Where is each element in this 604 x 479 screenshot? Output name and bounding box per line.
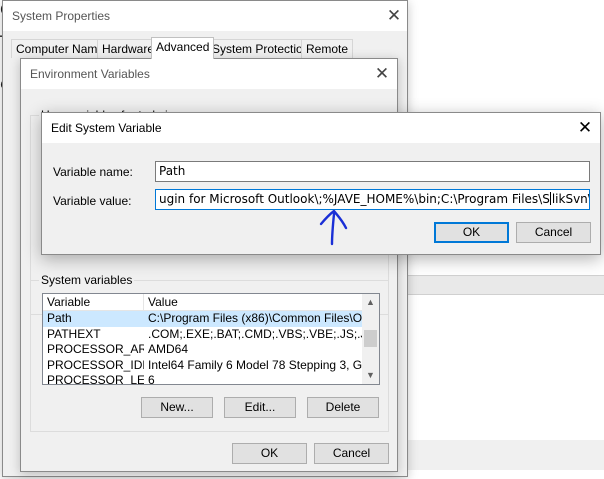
table-row[interactable]: PROCESSOR_AR... AMD64 (43, 342, 362, 358)
variable-name-field[interactable]: Path (155, 161, 590, 182)
variable-cell: PROCESSOR_IDE... (47, 357, 144, 372)
window-title: Environment Variables (30, 67, 150, 81)
variable-value-field[interactable]: ugin for Microsoft Outlook\;%JAVE_HOME%\… (155, 189, 590, 210)
system-variables-list[interactable]: Variable Value Path C:\Program Files (x8… (42, 293, 380, 385)
close-icon[interactable]: ✕ (570, 116, 600, 140)
value-cell: Intel64 Family 6 Model 78 Stepping 3, Ge… (148, 357, 363, 372)
variable-cell: PATHEXT (47, 326, 101, 341)
tab-computer-name[interactable]: Computer Name (11, 39, 110, 58)
environment-variables-titlebar[interactable]: Environment Variables ✕ (21, 59, 397, 89)
tab-system-protection[interactable]: System Protection (207, 39, 315, 58)
window-title: System Properties (12, 9, 111, 23)
table-row[interactable]: Path C:\Program Files (x86)\Common Files… (43, 311, 363, 327)
ok-button[interactable]: OK (434, 222, 509, 243)
scroll-up-arrow-icon[interactable]: ▲ (362, 294, 379, 311)
table-row[interactable]: PROCESSOR_IDE... Intel64 Family 6 Model … (43, 357, 363, 374)
cancel-button[interactable]: Cancel (516, 222, 591, 243)
system-variables-label: System variables (39, 273, 135, 287)
variable-name-label: Variable name: (53, 165, 133, 179)
delete-button[interactable]: Delete (307, 397, 379, 418)
system-variables-group: System variables Variable Value Path C:\… (30, 273, 389, 432)
variable-value-label: Variable value: (53, 194, 132, 208)
tab-remote[interactable]: Remote (301, 39, 354, 58)
column-header-value[interactable]: Value (144, 294, 364, 311)
edit-button[interactable]: Edit... (224, 397, 296, 418)
new-button[interactable]: New... (141, 397, 213, 418)
value-cell: C:\Program Files (x86)\Common Files\Or..… (148, 311, 363, 325)
value-cell: .COM;.EXE;.BAT;.CMD;.VBS;.VBE;.JS;.JS... (148, 326, 363, 341)
tab-advanced[interactable]: Advanced (151, 37, 215, 59)
close-icon[interactable]: ✕ (379, 4, 409, 28)
variable-cell: PROCESSOR_AR... (47, 342, 144, 356)
list-header: Variable Value (43, 294, 362, 311)
close-icon[interactable]: ✕ (367, 62, 397, 86)
dialog-title: Edit System Variable (51, 121, 162, 135)
background-toolbar-strip (405, 275, 604, 295)
value-cell: AMD64 (148, 342, 189, 356)
cancel-button[interactable]: Cancel (314, 443, 389, 464)
variable-cell: PROCESSOR_LEV... (47, 373, 144, 385)
tab-hardware[interactable]: Hardware (97, 39, 160, 58)
annotation-arrow-icon (319, 209, 348, 246)
background-panel (405, 440, 604, 470)
scroll-down-arrow-icon[interactable]: ▼ (362, 367, 379, 384)
vertical-scrollbar[interactable]: ▲ ▼ (362, 294, 379, 384)
table-row[interactable]: PROCESSOR_LEV... 6 (43, 373, 362, 385)
value-cell: 6 (148, 373, 155, 385)
variable-cell: Path (47, 311, 72, 325)
ok-button[interactable]: OK (232, 443, 307, 464)
table-row[interactable]: PATHEXT .COM;.EXE;.BAT;.CMD;.VBS;.VBE;.J… (43, 326, 363, 343)
column-header-variable[interactable]: Variable (43, 294, 144, 311)
edit-dialog-titlebar[interactable]: Edit System Variable ✕ (42, 113, 600, 143)
system-properties-titlebar[interactable]: System Properties ✕ (3, 1, 407, 31)
value-text-after-caret: likSvn\bin;C:\Program (551, 192, 589, 206)
scrollbar-thumb[interactable] (364, 330, 377, 347)
value-text-before-caret: ugin for Microsoft Outlook\;%JAVE_HOME%\… (159, 192, 550, 206)
